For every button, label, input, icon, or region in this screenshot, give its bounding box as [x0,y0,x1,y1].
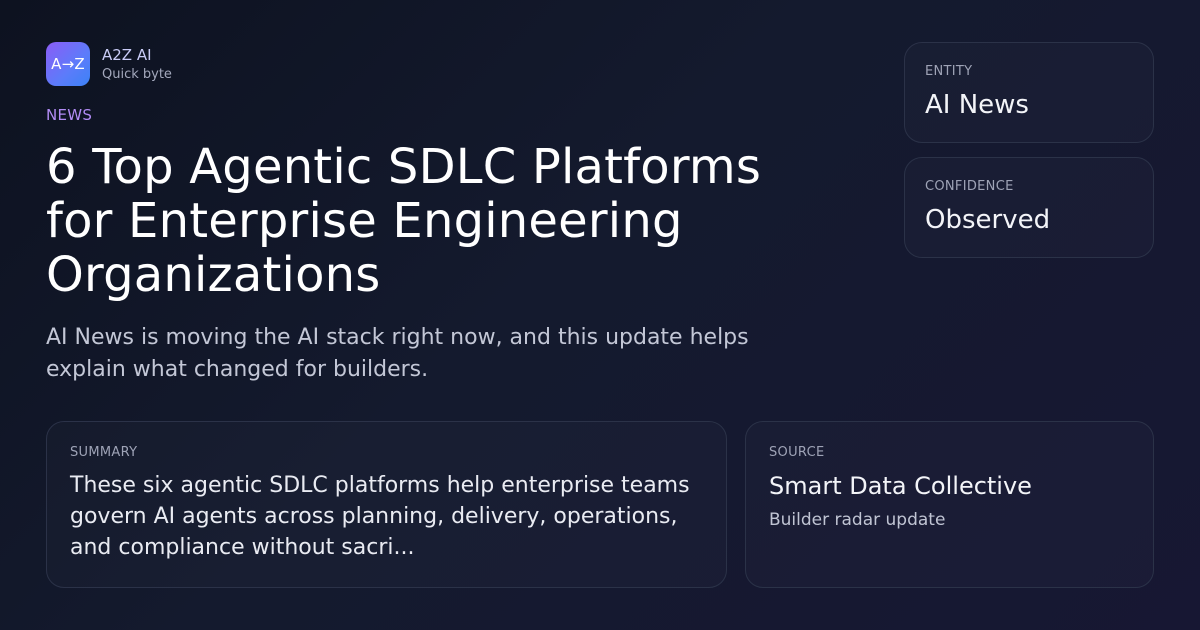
source-card: SOURCE Smart Data Collective Builder rad… [745,421,1154,588]
brand: A→Z A2Z AI Quick byte [46,42,172,86]
source-label: SOURCE [769,445,825,460]
category-label: NEWS [46,106,93,124]
brand-subtitle: Quick byte [102,66,172,82]
brand-text: A2Z AI Quick byte [102,45,172,84]
source-name: Smart Data Collective [769,472,1032,500]
article-lede: AI News is moving the AI stack right now… [46,325,749,382]
entity-value: AI News [925,90,1029,120]
entity-label: ENTITY [925,64,973,79]
article-title: 6 Top Agentic SDLC Platforms for Enterpr… [46,139,762,303]
summary-label: SUMMARY [70,445,138,460]
entity-card: ENTITY AI News [904,42,1154,143]
source-subtitle: Builder radar update [769,510,946,530]
brand-name: A2Z AI [102,45,152,64]
brand-logo: A→Z [46,42,90,86]
summary-text: These six agentic SDLC platforms help en… [70,473,690,560]
summary-card: SUMMARY These six agentic SDLC platforms… [46,421,727,588]
confidence-label: CONFIDENCE [925,179,1014,194]
confidence-card: CONFIDENCE Observed [904,157,1154,258]
confidence-value: Observed [925,205,1051,235]
